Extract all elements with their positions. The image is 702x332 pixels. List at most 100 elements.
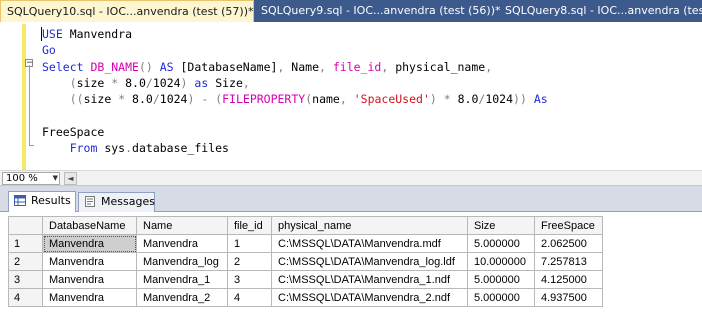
code-token: ): [187, 92, 202, 107]
code-token: 1024: [485, 92, 514, 107]
code-token: database_files: [132, 141, 229, 156]
code-token: (: [69, 75, 77, 90]
code-token: size: [83, 92, 119, 107]
table-row[interactable]: 1 Manvendra Manvendra 1 C:\MSSQL\DATA\Ma…: [8, 234, 603, 253]
code-token: ): [180, 75, 195, 90]
grid-cell[interactable]: Manvendra: [42, 270, 137, 289]
table-row[interactable]: 3 Manvendra Manvendra_1 3 C:\MSSQL\DATA\…: [8, 270, 603, 289]
grid-icon: [14, 195, 26, 206]
tab-results-label: Results: [31, 194, 71, 207]
code-line[interactable]: USE Manvendra: [41, 26, 548, 42]
code-line[interactable]: Select DB_NAME() AS [DatabaseName], Name…: [42, 59, 548, 75]
code-token: Name: [291, 59, 319, 74]
code-token: USE: [41, 27, 63, 41]
row-number[interactable]: 3: [8, 270, 43, 289]
grid-cell[interactable]: 1: [227, 234, 272, 253]
query-editor[interactable]: − USE Manvendra Go Select DB_NAME() AS [Da…: [0, 22, 702, 170]
column-header-physical-name[interactable]: physical_name: [271, 216, 468, 235]
code-token: From: [69, 141, 105, 156]
code-token: /: [145, 75, 153, 90]
code-token: as: [194, 75, 216, 90]
code-line[interactable]: FreeSpace: [42, 124, 548, 140]
zoom-select[interactable]: 100 % ▼: [2, 172, 60, 185]
grid-cell[interactable]: 4.937500: [534, 288, 603, 307]
tab-title: SQLQuery8.sql - IOC...anvendra (test (55: [505, 4, 702, 17]
chevron-down-icon[interactable]: ▼: [53, 174, 58, 183]
code-token: FreeSpace: [42, 124, 105, 139]
code-token: 8.0: [125, 75, 146, 90]
code-token: ,: [381, 59, 396, 74]
grid-cell[interactable]: 4: [227, 288, 272, 307]
code-line[interactable]: From sys.database_files: [42, 140, 548, 156]
code-token: 1024: [152, 75, 181, 90]
grid-cell[interactable]: 7.257813: [534, 252, 603, 271]
zoom-value: 100 %: [6, 173, 38, 184]
grid-cell[interactable]: 4.125000: [534, 270, 603, 289]
tab-sqlquery10[interactable]: SQLQuery10.sql - IOC...anvendra (test (5…: [0, 0, 254, 22]
code-token: file_id: [332, 59, 382, 74]
grid-cell[interactable]: 5.000000: [467, 270, 535, 289]
tab-title: SQLQuery10.sql - IOC...anvendra (test (5…: [7, 5, 254, 18]
grid-cell[interactable]: Manvendra: [42, 234, 137, 253]
column-header-name[interactable]: Name: [136, 216, 228, 235]
code-token: 8.0: [457, 92, 479, 107]
code-token: ,: [242, 75, 250, 90]
code-token: 8.0: [132, 92, 153, 107]
row-number[interactable]: 2: [8, 252, 43, 271]
tab-sqlquery9[interactable]: SQLQuery9.sql - IOC...anvendra (test (56…: [255, 0, 501, 22]
code-token: ,: [277, 59, 292, 74]
column-header-freespace[interactable]: FreeSpace: [534, 216, 603, 235]
grid-cell[interactable]: 5.000000: [467, 234, 535, 253]
table-row[interactable]: 4 Manvendra Manvendra_2 4 C:\MSSQL\DATA\…: [8, 288, 603, 307]
results-pane: Results Messages DatabaseName Name file_…: [0, 186, 702, 332]
grid-cell[interactable]: Manvendra_1: [136, 270, 228, 289]
code-token: Manvendra: [62, 27, 133, 41]
grid-cell[interactable]: Manvendra: [136, 234, 228, 253]
grid-cell[interactable]: 2.062500: [534, 234, 603, 253]
grid-cell[interactable]: C:\MSSQL\DATA\Manvendra_1.ndf: [271, 270, 468, 289]
results-tab-strip: Results Messages: [0, 186, 702, 212]
code-token: ((: [69, 92, 84, 107]
code-line[interactable]: (size * 8.0/1024) as Size,: [42, 75, 548, 91]
code-line[interactable]: Go: [42, 42, 548, 58]
code-line[interactable]: [42, 107, 548, 123]
tab-messages[interactable]: Messages: [78, 192, 155, 212]
grid-cell[interactable]: C:\MSSQL\DATA\Manvendra_2.ndf: [271, 288, 468, 307]
messages-icon: [85, 196, 95, 207]
results-grid[interactable]: DatabaseName Name file_id physical_name …: [8, 216, 603, 307]
code-token: ,: [339, 92, 354, 107]
code-token: physical_name: [395, 59, 486, 74]
chevron-left-icon[interactable]: ◄: [64, 172, 77, 185]
column-header-file-id[interactable]: file_id: [227, 216, 272, 235]
code-token: *: [443, 92, 458, 107]
column-header-size[interactable]: Size: [467, 216, 535, 235]
row-number[interactable]: 1: [8, 234, 43, 253]
sql-code[interactable]: USE Manvendra Go Select DB_NAME() AS [Data…: [41, 26, 548, 156]
code-token: AS: [159, 59, 181, 74]
tab-sqlquery8[interactable]: SQLQuery8.sql - IOC...anvendra (test (55: [499, 0, 702, 22]
grid-cell[interactable]: 2: [227, 252, 272, 271]
grid-cell[interactable]: 3: [227, 270, 272, 289]
grid-cell[interactable]: C:\MSSQL\DATA\Manvendra_log.ldf: [271, 252, 468, 271]
code-token: )): [513, 92, 534, 107]
grid-cell[interactable]: Manvendra: [42, 288, 137, 307]
column-header-databasename[interactable]: DatabaseName: [42, 216, 137, 235]
table-row[interactable]: 2 Manvendra Manvendra_log 2 C:\MSSQL\DAT…: [8, 252, 603, 271]
grid-cell[interactable]: Manvendra_log: [136, 252, 228, 271]
tab-results[interactable]: Results: [8, 191, 76, 212]
grid-cell[interactable]: 10.000000: [467, 252, 535, 271]
row-number[interactable]: 4: [8, 288, 43, 307]
code-token: Select: [42, 59, 91, 74]
grid-cell[interactable]: C:\MSSQL\DATA\Manvendra.mdf: [271, 234, 468, 253]
grid-corner[interactable]: [8, 216, 43, 235]
grid-cell[interactable]: Manvendra_2: [136, 288, 228, 307]
grid-cell[interactable]: 5.000000: [467, 288, 535, 307]
code-token: DB_NAME: [90, 59, 139, 74]
code-token: [DatabaseName]: [180, 59, 278, 74]
code-token: name: [312, 92, 340, 107]
grid-cell[interactable]: Manvendra: [42, 252, 137, 271]
code-line[interactable]: ((size * 8.0/1024) - (FILEPROPERTY(name,…: [42, 91, 548, 107]
